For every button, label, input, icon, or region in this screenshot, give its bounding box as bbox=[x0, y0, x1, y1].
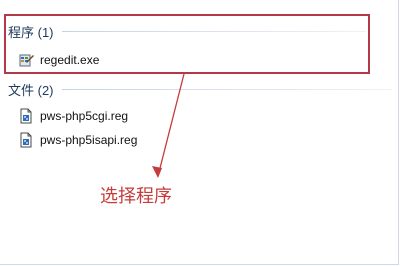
annotation-label: 选择程序 bbox=[100, 186, 172, 207]
annotation-arrow bbox=[152, 73, 185, 178]
search-results-panel: 程序 (1) regedit.exe 文件 (2) pws-php5cgi.re… bbox=[0, 0, 399, 265]
